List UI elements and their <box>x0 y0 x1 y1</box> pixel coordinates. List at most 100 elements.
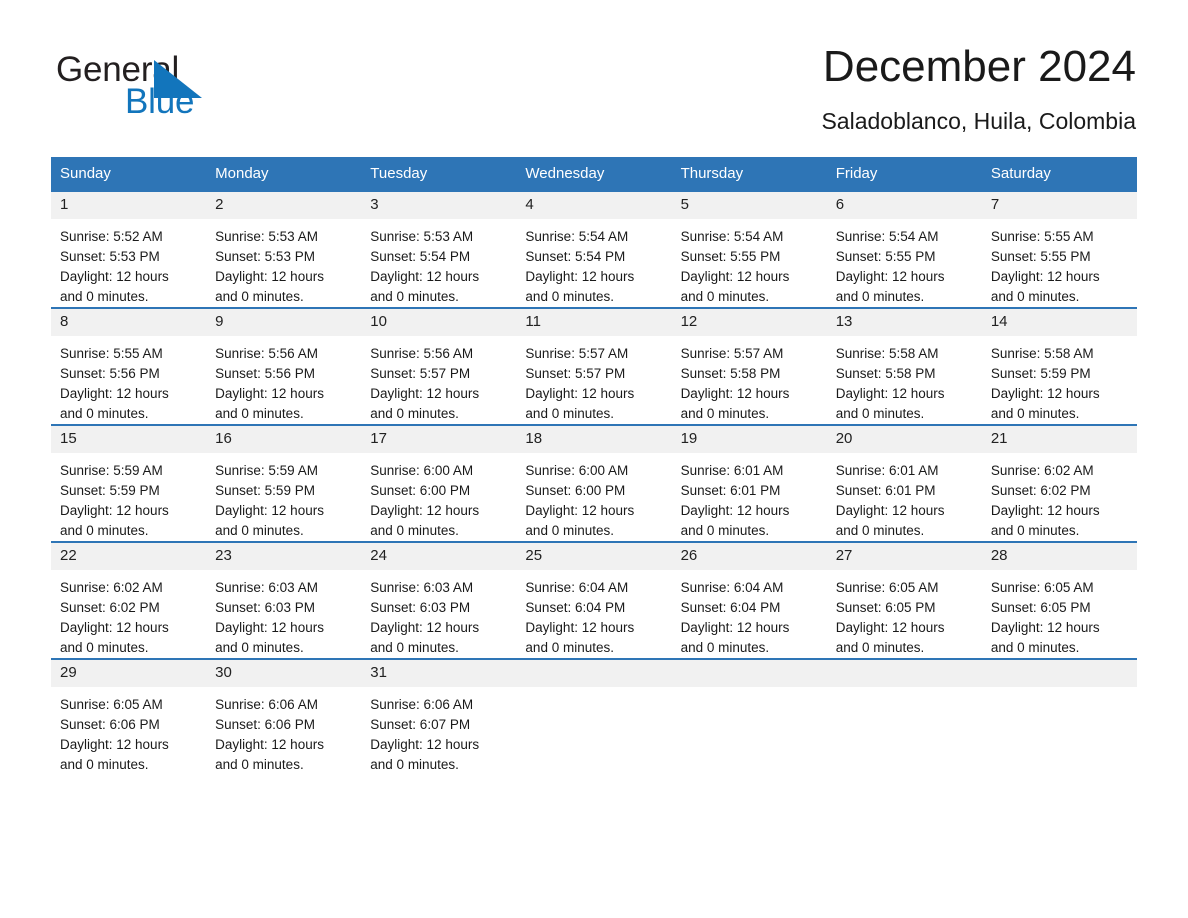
calendar-day-cell[interactable]: 20 Sunrise: 6:01 AM Sunset: 6:01 PM Dayligh… <box>826 424 982 542</box>
sunrise-sunset-calendar-table: Sunday Monday Tuesday Wednesday Thursday… <box>51 157 1137 775</box>
day-number: 31 <box>361 660 517 687</box>
day-details: Sunrise: 5:53 AM Sunset: 5:54 PM Daylight:… <box>361 219 516 307</box>
daylight-duration-line2: and 0 minutes. <box>835 640 925 655</box>
day-details: Sunrise: 5:58 AM Sunset: 5:58 PM Daylight:… <box>827 336 982 424</box>
day-number: 17 <box>361 426 517 453</box>
daylight-duration-line2: and 0 minutes. <box>990 289 1080 304</box>
sunset-time: Sunset: 5:58 PM <box>835 366 936 381</box>
day-number: 10 <box>361 309 517 336</box>
sunrise-time: Sunrise: 6:03 AM <box>215 580 318 595</box>
day-number <box>671 660 827 687</box>
sunrise-time: Sunrise: 5:54 AM <box>680 229 784 244</box>
calendar-day-cell[interactable]: 27 Sunrise: 6:05 AM Sunset: 6:05 PM Dayligh… <box>826 541 982 659</box>
daylight-duration-line1: Daylight: 12 hours <box>680 386 790 401</box>
sunrise-time: Sunrise: 6:01 AM <box>835 463 939 478</box>
daylight-duration-line2: and 0 minutes. <box>215 406 304 421</box>
day-details: Sunrise: 5:54 AM Sunset: 5:54 PM Daylight:… <box>516 219 671 307</box>
sunrise-time: Sunrise: 5:58 AM <box>835 346 939 361</box>
calendar-day-cell[interactable]: 8 Sunrise: 5:55 AM Sunset: 5:56 PM Daylight… <box>51 307 207 425</box>
sunset-time: Sunset: 6:02 PM <box>60 600 160 615</box>
day-number: 16 <box>206 426 362 453</box>
sunset-time: Sunset: 6:06 PM <box>60 717 160 732</box>
daylight-duration-line1: Daylight: 12 hours <box>525 620 635 635</box>
daylight-duration-line2: and 0 minutes. <box>835 523 925 538</box>
day-details: Sunrise: 5:54 AM Sunset: 5:55 PM Daylight:… <box>672 219 827 307</box>
sunrise-time: Sunrise: 6:05 AM <box>990 580 1094 595</box>
daylight-duration-line1: Daylight: 12 hours <box>835 620 945 635</box>
daylight-duration-line1: Daylight: 12 hours <box>525 503 635 518</box>
calendar-day-cell[interactable]: 2 Sunrise: 5:53 AM Sunset: 5:53 PM Daylight… <box>206 190 362 308</box>
calendar-day-cell[interactable]: 9 Sunrise: 5:56 AM Sunset: 5:56 PM Daylight… <box>206 307 362 425</box>
sunrise-time: Sunrise: 5:54 AM <box>525 229 629 244</box>
sunset-time: Sunset: 5:59 PM <box>990 366 1091 381</box>
calendar-day-cell-empty <box>826 658 982 775</box>
weekday-header-thursday: Thursday <box>671 157 827 191</box>
daylight-duration-line2: and 0 minutes. <box>990 406 1080 421</box>
daylight-duration-line2: and 0 minutes. <box>680 523 770 538</box>
day-number: 24 <box>361 543 517 570</box>
sunset-time: Sunset: 6:04 PM <box>680 600 781 615</box>
daylight-duration-line1: Daylight: 12 hours <box>370 620 480 635</box>
calendar-week-row: 15 Sunrise: 5:59 AM Sunset: 5:59 PM Dayligh… <box>51 424 1137 542</box>
calendar-day-cell[interactable]: 7 Sunrise: 5:55 AM Sunset: 5:55 PM Daylight… <box>981 190 1137 308</box>
daylight-duration-line1: Daylight: 12 hours <box>835 269 945 284</box>
calendar-day-cell[interactable]: 11 Sunrise: 5:57 AM Sunset: 5:57 PM Dayligh… <box>516 307 672 425</box>
sunrise-time: Sunrise: 5:55 AM <box>60 346 163 361</box>
daylight-duration-line1: Daylight: 12 hours <box>215 737 324 752</box>
daylight-duration-line1: Daylight: 12 hours <box>680 620 790 635</box>
daylight-duration-line1: Daylight: 12 hours <box>990 620 1100 635</box>
daylight-duration-line2: and 0 minutes. <box>525 523 614 538</box>
calendar-day-cell[interactable]: 5 Sunrise: 5:54 AM Sunset: 5:55 PM Daylight… <box>671 190 827 308</box>
general-blue-logo[interactable]: General Blue <box>56 52 286 128</box>
calendar-day-cell[interactable]: 17 Sunrise: 6:00 AM Sunset: 6:00 PM Dayligh… <box>361 424 517 542</box>
calendar-day-cell[interactable]: 15 Sunrise: 5:59 AM Sunset: 5:59 PM Dayligh… <box>51 424 207 542</box>
sunset-time: Sunset: 6:01 PM <box>835 483 936 498</box>
calendar-day-cell[interactable]: 30 Sunrise: 6:06 AM Sunset: 6:06 PM Dayligh… <box>206 658 362 775</box>
calendar-day-cell[interactable]: 18 Sunrise: 6:00 AM Sunset: 6:00 PM Dayligh… <box>516 424 672 542</box>
day-details: Sunrise: 6:00 AM Sunset: 6:00 PM Daylight:… <box>361 453 516 541</box>
sunset-time: Sunset: 6:00 PM <box>370 483 471 498</box>
daylight-duration-line2: and 0 minutes. <box>60 289 149 304</box>
day-details: Sunrise: 5:54 AM Sunset: 5:55 PM Daylight:… <box>827 219 982 307</box>
calendar-day-cell[interactable]: 3 Sunrise: 5:53 AM Sunset: 5:54 PM Daylight… <box>361 190 517 308</box>
calendar-day-cell[interactable]: 4 Sunrise: 5:54 AM Sunset: 5:54 PM Daylight… <box>516 190 672 308</box>
sunset-time: Sunset: 6:03 PM <box>370 600 471 615</box>
calendar-day-cell[interactable]: 29 Sunrise: 6:05 AM Sunset: 6:06 PM Dayligh… <box>51 658 207 775</box>
day-details: Sunrise: 5:55 AM Sunset: 5:56 PM Daylight:… <box>51 336 206 424</box>
sunrise-time: Sunrise: 6:02 AM <box>990 463 1094 478</box>
sunrise-time: Sunrise: 6:03 AM <box>370 580 474 595</box>
calendar-day-cell[interactable]: 21 Sunrise: 6:02 AM Sunset: 6:02 PM Dayligh… <box>981 424 1137 542</box>
daylight-duration-line2: and 0 minutes. <box>370 406 459 421</box>
calendar-day-cell[interactable]: 12 Sunrise: 5:57 AM Sunset: 5:58 PM Dayligh… <box>671 307 827 425</box>
sunset-time: Sunset: 6:05 PM <box>835 600 936 615</box>
daylight-duration-line1: Daylight: 12 hours <box>60 269 169 284</box>
calendar-day-cell[interactable]: 6 Sunrise: 5:54 AM Sunset: 5:55 PM Daylight… <box>826 190 982 308</box>
calendar-day-cell[interactable]: 22 Sunrise: 6:02 AM Sunset: 6:02 PM Dayligh… <box>51 541 207 659</box>
calendar-day-cell[interactable]: 10 Sunrise: 5:56 AM Sunset: 5:57 PM Dayligh… <box>361 307 517 425</box>
calendar-day-cell[interactable]: 16 Sunrise: 5:59 AM Sunset: 5:59 PM Dayligh… <box>206 424 362 542</box>
calendar-day-cell[interactable]: 31 Sunrise: 6:06 AM Sunset: 6:07 PM Dayligh… <box>361 658 517 775</box>
daylight-duration-line2: and 0 minutes. <box>370 523 459 538</box>
calendar-day-cell[interactable]: 28 Sunrise: 6:05 AM Sunset: 6:05 PM Dayligh… <box>981 541 1137 659</box>
daylight-duration-line2: and 0 minutes. <box>60 523 149 538</box>
calendar-day-cell[interactable]: 1 Sunrise: 5:52 AM Sunset: 5:53 PM Daylight… <box>51 190 207 308</box>
day-details: Sunrise: 6:01 AM Sunset: 6:01 PM Daylight:… <box>827 453 982 541</box>
day-details: Sunrise: 6:05 AM Sunset: 6:06 PM Daylight:… <box>51 687 206 775</box>
day-number <box>826 660 982 687</box>
calendar-day-cell[interactable]: 23 Sunrise: 6:03 AM Sunset: 6:03 PM Dayligh… <box>206 541 362 659</box>
calendar-day-cell[interactable]: 14 Sunrise: 5:58 AM Sunset: 5:59 PM Dayligh… <box>981 307 1137 425</box>
calendar-day-cell[interactable]: 24 Sunrise: 6:03 AM Sunset: 6:03 PM Dayligh… <box>361 541 517 659</box>
sunrise-time: Sunrise: 5:53 AM <box>215 229 318 244</box>
calendar-day-cell[interactable]: 25 Sunrise: 6:04 AM Sunset: 6:04 PM Dayligh… <box>516 541 672 659</box>
sunrise-time: Sunrise: 5:56 AM <box>215 346 318 361</box>
calendar-page: General Blue December 2024 Saladoblanco,… <box>0 0 1188 918</box>
daylight-duration-line2: and 0 minutes. <box>215 640 304 655</box>
calendar-day-cell[interactable]: 26 Sunrise: 6:04 AM Sunset: 6:04 PM Dayligh… <box>671 541 827 659</box>
calendar-day-cell[interactable]: 13 Sunrise: 5:58 AM Sunset: 5:58 PM Dayligh… <box>826 307 982 425</box>
weekday-header-wednesday: Wednesday <box>516 157 672 191</box>
day-number: 26 <box>671 543 827 570</box>
day-details: Sunrise: 5:53 AM Sunset: 5:53 PM Daylight:… <box>206 219 361 307</box>
daylight-duration-line2: and 0 minutes. <box>835 406 925 421</box>
calendar-day-cell[interactable]: 19 Sunrise: 6:01 AM Sunset: 6:01 PM Dayligh… <box>671 424 827 542</box>
daylight-duration-line2: and 0 minutes. <box>60 640 149 655</box>
